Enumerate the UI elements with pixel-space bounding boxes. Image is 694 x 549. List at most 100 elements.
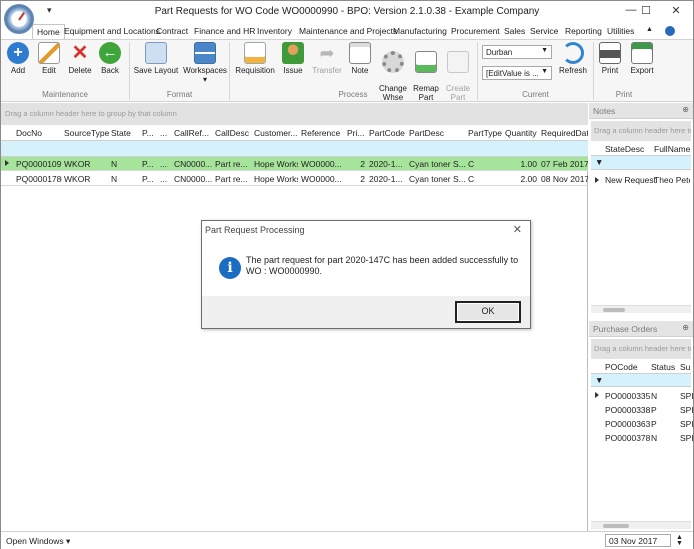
part-request-dialog: Part Request Processing ✕ i The part req… xyxy=(201,220,531,329)
column-header[interactable]: Customer... xyxy=(254,128,298,138)
filter-icon: ▼ xyxy=(595,375,604,385)
group-by-panel[interactable]: Drag a column header here to group by th… xyxy=(1,103,588,125)
notes-row[interactable]: New Request Theo Pete xyxy=(591,172,691,188)
save-layout-button[interactable]: Save Layout xyxy=(133,42,179,75)
column-header[interactable]: State xyxy=(111,128,139,138)
add-button[interactable]: + Add xyxy=(6,42,30,75)
gear-icon xyxy=(382,51,404,73)
notes-group-panel[interactable]: Drag a column header here to group by th… xyxy=(591,121,691,141)
tab-finance-and-hr[interactable]: Finance and HR xyxy=(194,26,255,36)
column-header[interactable]: Pri... xyxy=(347,128,367,138)
dialog-close-icon[interactable]: ✕ xyxy=(513,223,522,236)
table-row[interactable]: PQ00001097 WKOR N P... ... CN0000... Par… xyxy=(1,157,588,171)
column-header[interactable]: PartType xyxy=(468,128,504,138)
po-grid-header: POCode Status Su xyxy=(591,359,691,374)
column-header[interactable]: ... xyxy=(160,128,172,138)
column-header[interactable]: PartCode xyxy=(369,128,407,138)
edit-button[interactable]: Edit xyxy=(36,42,62,75)
dialog-message: The part request for part 2020-147C has … xyxy=(246,255,519,276)
delete-button[interactable]: ✕ Delete xyxy=(66,42,94,75)
column-header[interactable]: PartDesc xyxy=(409,128,465,138)
save-layout-label: Save Layout xyxy=(133,66,179,75)
cell-requireddate: 07 Feb 2017 xyxy=(541,159,588,169)
tab-sales[interactable]: Sales xyxy=(504,26,525,36)
cell-status: P xyxy=(651,419,657,429)
maximize-button[interactable]: ☐ xyxy=(633,4,659,17)
requisition-button[interactable]: Requisition xyxy=(234,42,276,75)
column-header[interactable]: StateDesc xyxy=(605,144,644,154)
issue-button[interactable]: Issue xyxy=(281,42,305,75)
column-header[interactable]: CallDesc xyxy=(215,128,251,138)
chevron-down-icon: ▼ xyxy=(541,68,548,75)
transfer-button[interactable]: ➦ Transfer xyxy=(310,42,344,75)
po-filter-row[interactable]: ▼ xyxy=(591,374,691,387)
cell-supplier: SPI xyxy=(680,433,694,443)
cell-fullname: Theo Pete xyxy=(654,175,690,185)
pin-icon[interactable]: ⊕ xyxy=(682,105,689,114)
column-header[interactable]: SourceType xyxy=(64,128,110,138)
table-row[interactable]: PQ00001780 WKOR N P... ... CN0000... Par… xyxy=(1,172,588,186)
date-field[interactable]: 03 Nov 2017 xyxy=(605,534,671,547)
edit-value-select[interactable]: [EditValue is ... ▼ xyxy=(482,66,552,80)
tab-equipment-and-locations[interactable]: Equipment and Locations xyxy=(64,26,160,36)
cell-partcode: 2020-1... xyxy=(369,174,403,184)
cell-supplier: SPI xyxy=(680,391,694,401)
export-button[interactable]: Export xyxy=(628,42,656,75)
close-button[interactable]: ✕ xyxy=(663,4,689,17)
po-horizontal-scrollbar[interactable] xyxy=(591,521,691,529)
column-header[interactable]: POCode xyxy=(605,362,638,372)
tab-utilities[interactable]: Utilities xyxy=(607,26,634,36)
tab-inventory[interactable]: Inventory xyxy=(257,26,292,36)
cell-reference: WO0000... xyxy=(301,159,342,169)
column-header[interactable]: CallRef... xyxy=(174,128,212,138)
pin-icon[interactable]: ⊕ xyxy=(682,323,689,332)
table-row[interactable]: PO0000378 N SPI xyxy=(591,431,694,445)
cell-sourcetype: WKOR xyxy=(64,174,91,184)
print-button[interactable]: Print xyxy=(598,42,622,75)
cell-state: N xyxy=(111,159,118,169)
app-logo-icon[interactable] xyxy=(4,4,34,34)
column-header[interactable]: Reference xyxy=(301,128,345,138)
print-group-label: Print xyxy=(615,90,633,99)
tab-contract[interactable]: Contract xyxy=(156,26,188,36)
note-button[interactable]: Note xyxy=(348,42,372,75)
ribbon-collapse-icon[interactable]: ▲ xyxy=(646,26,653,33)
table-row[interactable]: PO0000335 N SPI xyxy=(591,389,694,403)
column-header[interactable]: Status xyxy=(651,362,675,372)
delete-label: Delete xyxy=(68,66,92,75)
save-layout-icon xyxy=(145,42,167,64)
open-windows-button[interactable]: Open Windows ▾ xyxy=(6,536,70,547)
cell-calldesc: Part re... xyxy=(215,159,248,169)
table-row[interactable]: PO0000363 P SPI xyxy=(591,417,694,431)
column-header[interactable]: P... xyxy=(142,128,158,138)
column-header[interactable]: RequiredDate xyxy=(541,128,588,138)
notes-title-text: Notes xyxy=(593,106,616,116)
tab-procurement[interactable]: Procurement xyxy=(451,26,500,36)
column-header[interactable]: Quantity xyxy=(505,128,541,138)
column-header[interactable]: Su xyxy=(680,362,690,372)
column-header[interactable]: FullName xyxy=(654,144,690,154)
help-icon[interactable] xyxy=(665,26,675,36)
refresh-button[interactable]: Refresh xyxy=(557,42,589,75)
column-header[interactable]: DocNo xyxy=(16,128,62,138)
table-row[interactable]: PO0000338 P SPI xyxy=(591,403,694,417)
notes-filter-row[interactable]: ▼ xyxy=(591,156,691,170)
tab-reporting[interactable]: Reporting xyxy=(565,26,602,36)
ok-button[interactable]: OK xyxy=(455,301,521,323)
tab-home[interactable]: Home xyxy=(32,24,65,39)
po-group-panel[interactable]: Drag a column header here to group by th… xyxy=(591,339,691,359)
back-button[interactable]: ← Back xyxy=(98,42,122,75)
cell-customer: Hope Works xyxy=(254,174,298,184)
tab-service[interactable]: Service xyxy=(530,26,558,36)
date-spinner-icon[interactable]: ▲ ▼ xyxy=(676,534,683,547)
cell-col5: ... xyxy=(160,174,168,184)
workspaces-button[interactable]: Workspaces ▾ xyxy=(183,42,227,84)
warehouse-select[interactable]: Durban ▼ xyxy=(482,45,552,59)
cell-quantity: 1.00 xyxy=(520,159,537,169)
notes-horizontal-scrollbar[interactable] xyxy=(591,305,691,313)
tab-manufacturing[interactable]: Manufacturing xyxy=(393,26,447,36)
filter-row[interactable] xyxy=(1,141,588,157)
process-group-label: Process xyxy=(338,90,368,99)
cell-status: N xyxy=(651,391,658,401)
tab-maintenance-and-projects[interactable]: Maintenance and Projects xyxy=(299,26,397,36)
